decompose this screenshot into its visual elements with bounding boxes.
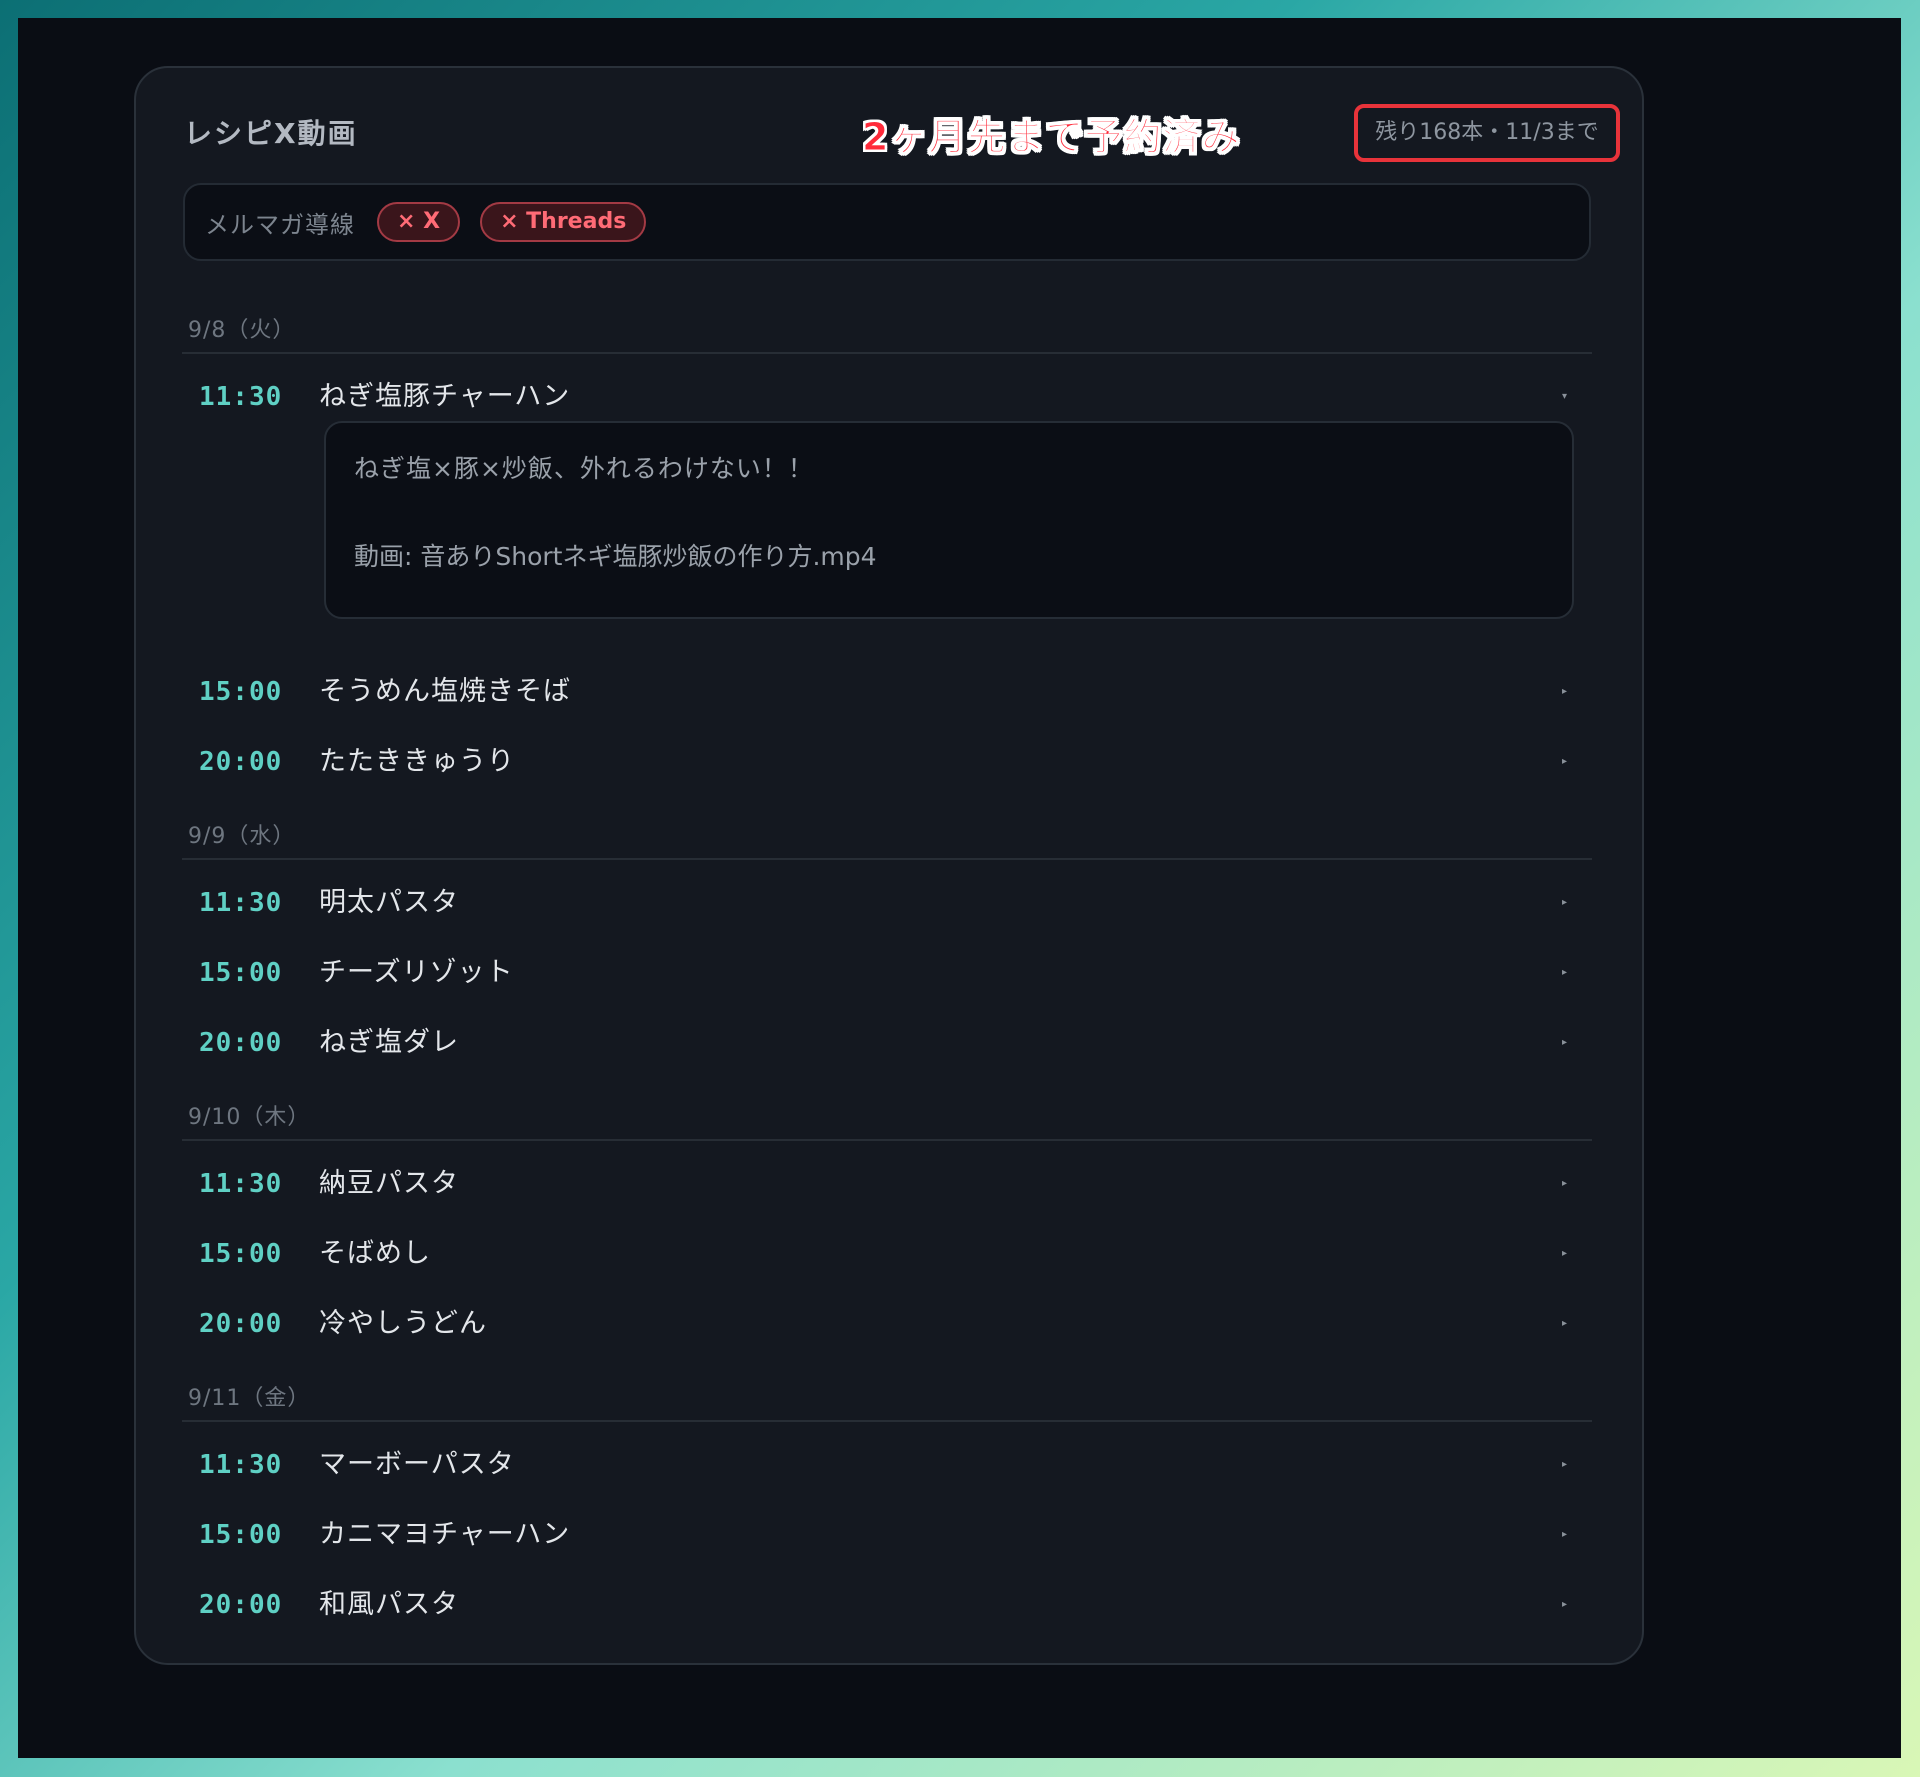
caret-down-icon[interactable]: ▾ <box>1562 367 1567 427</box>
post-time: 15:00 <box>199 1520 283 1550</box>
caret-right-icon[interactable]: ▸ <box>1562 1154 1567 1214</box>
video-filename: 動画: 音ありShortネギ塩豚炒飯の作り方.mp4 <box>354 542 877 571</box>
caret-right-icon[interactable]: ▸ <box>1562 1294 1567 1354</box>
schedule-card: レシピX動画 2ヶ月先まで予約済み 残り168本・11/3まで メルマガ導線 ×… <box>134 66 1644 1665</box>
schedule-row[interactable]: 11:30 明太パスタ ▸ <box>182 873 1592 933</box>
recipe-name: 冷やしうどん <box>319 1308 487 1339</box>
date-header: 9/9（水） <box>188 824 296 849</box>
date-header: 9/8（火） <box>188 318 296 343</box>
date-header: 9/11（金） <box>188 1386 311 1411</box>
schedule-row[interactable]: 15:00 そうめん塩焼きそば ▸ <box>182 662 1592 722</box>
recipe-name: そばめし <box>319 1238 431 1269</box>
schedule-row[interactable]: 20:00 ねぎ塩ダレ ▸ <box>182 1013 1592 1073</box>
date-divider <box>182 1420 1592 1422</box>
post-time: 20:00 <box>199 747 283 777</box>
post-time: 20:00 <box>199 1028 283 1058</box>
date-divider <box>182 352 1592 354</box>
card-title: レシピX動画 <box>184 117 358 150</box>
recipe-name: たたききゅうり <box>319 746 515 777</box>
recipe-name: 和風パスタ <box>319 1589 459 1620</box>
filter-bar: メルマガ導線 × X × Threads <box>183 183 1591 261</box>
date-divider <box>182 1139 1592 1141</box>
date-divider <box>182 858 1592 860</box>
post-time: 20:00 <box>199 1309 283 1339</box>
post-time: 11:30 <box>199 888 283 918</box>
annotation-callout: 2ヶ月先まで予約済み <box>861 115 1241 160</box>
post-time: 15:00 <box>199 958 283 988</box>
app-frame: レシピX動画 2ヶ月先まで予約済み 残り168本・11/3まで メルマガ導線 ×… <box>18 18 1901 1758</box>
post-time: 11:30 <box>199 1450 283 1480</box>
recipe-name: マーボーパスタ <box>319 1449 515 1480</box>
caret-right-icon[interactable]: ▸ <box>1562 732 1567 792</box>
date-header: 9/10（木） <box>188 1105 311 1130</box>
post-time: 11:30 <box>199 382 283 412</box>
schedule-row[interactable]: 20:00 たたききゅうり ▸ <box>182 732 1592 792</box>
caret-right-icon[interactable]: ▸ <box>1562 1575 1567 1635</box>
schedule-row[interactable]: 15:00 カニマヨチャーハン ▸ <box>182 1505 1592 1565</box>
schedule-row[interactable]: 11:30 ねぎ塩豚チャーハン ▾ <box>182 367 1592 427</box>
recipe-name: ねぎ塩ダレ <box>319 1027 459 1058</box>
recipe-name: 納豆パスタ <box>319 1168 459 1199</box>
chip-remove-x[interactable]: × X <box>377 202 461 242</box>
caret-right-icon[interactable]: ▸ <box>1562 662 1567 722</box>
post-time: 20:00 <box>199 1590 283 1620</box>
caret-right-icon[interactable]: ▸ <box>1562 1224 1567 1284</box>
post-time: 11:30 <box>199 1169 283 1199</box>
caret-right-icon[interactable]: ▸ <box>1562 1013 1567 1073</box>
recipe-name: チーズリゾット <box>319 957 514 988</box>
post-time: 15:00 <box>199 1239 283 1269</box>
schedule-row[interactable]: 11:30 納豆パスタ ▸ <box>182 1154 1592 1214</box>
recipe-name: カニマヨチャーハン <box>319 1519 571 1550</box>
schedule-row[interactable]: 15:00 チーズリゾット ▸ <box>182 943 1592 1003</box>
schedule-row[interactable]: 11:30 マーボーパスタ ▸ <box>182 1435 1592 1495</box>
post-detail-panel: ねぎ塩×豚×炒飯、外れるわけない！！ 動画: 音ありShortネギ塩豚炒飯の作り… <box>324 421 1574 619</box>
recipe-name: 明太パスタ <box>319 887 459 918</box>
remaining-count-badge: 残り168本・11/3まで <box>1354 104 1620 162</box>
caret-right-icon[interactable]: ▸ <box>1562 943 1567 1003</box>
filter-label: メルマガ導線 <box>205 210 355 239</box>
recipe-name: ねぎ塩豚チャーハン <box>319 381 571 412</box>
chip-remove-threads[interactable]: × Threads <box>480 202 647 242</box>
post-time: 15:00 <box>199 677 283 707</box>
caret-right-icon[interactable]: ▸ <box>1562 1435 1567 1495</box>
schedule-row[interactable]: 20:00 和風パスタ ▸ <box>182 1575 1592 1635</box>
caret-right-icon[interactable]: ▸ <box>1562 1505 1567 1565</box>
recipe-name: そうめん塩焼きそば <box>319 676 571 707</box>
caret-right-icon[interactable]: ▸ <box>1562 873 1567 933</box>
schedule-row[interactable]: 20:00 冷やしうどん ▸ <box>182 1294 1592 1354</box>
post-text: ねぎ塩×豚×炒飯、外れるわけない！！ <box>354 454 814 483</box>
schedule-row[interactable]: 15:00 そばめし ▸ <box>182 1224 1592 1284</box>
